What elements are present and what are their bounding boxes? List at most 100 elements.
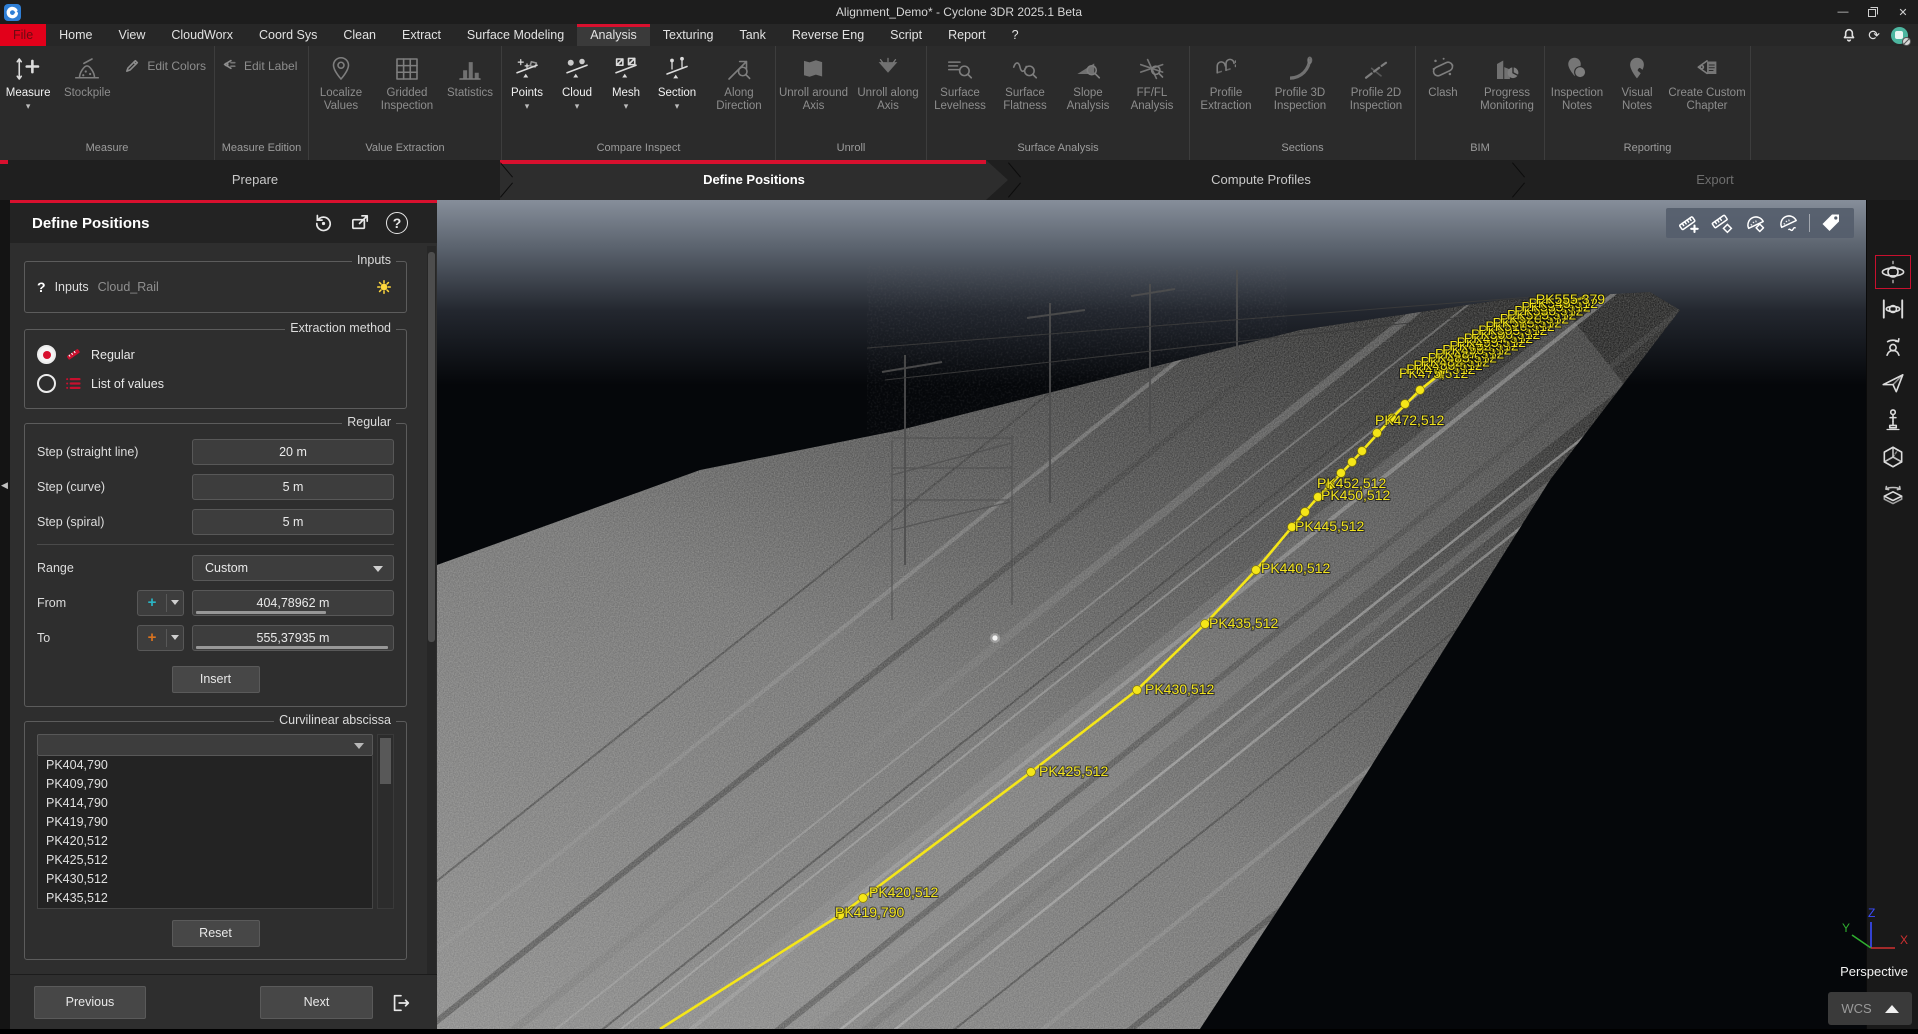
radio-unselected[interactable] [37, 374, 56, 393]
to-input[interactable]: 555,37935 m [192, 625, 394, 651]
reset-button[interactable]: Reset [172, 920, 260, 947]
menu-item-file[interactable]: File [0, 24, 46, 46]
menu-item-coord-sys[interactable]: Coord Sys [246, 24, 330, 46]
menu-item-tank[interactable]: Tank [726, 24, 778, 46]
help-icon[interactable]: ? [385, 211, 409, 235]
menu-item-home[interactable]: Home [46, 24, 105, 46]
tag-tool-button[interactable] [1819, 211, 1843, 235]
abscissa-list-item[interactable]: PK425,512 [38, 851, 372, 870]
sync-icon[interactable]: ⟳ [1868, 27, 1880, 44]
abscissa-list-item[interactable]: PK404,790 [38, 756, 372, 775]
nav-view-cube-button[interactable] [1875, 440, 1911, 474]
nav-orbit-button[interactable] [1875, 255, 1911, 289]
ribbon-button-inspection-notes[interactable]: Inspection Notes [1545, 51, 1609, 113]
minimize-button[interactable]: — [1828, 0, 1858, 24]
nav-walk-button[interactable] [1875, 403, 1911, 437]
extraction-option-list[interactable]: List of values [37, 369, 394, 398]
projection-mode-label[interactable]: Perspective [1770, 964, 1908, 979]
ribbon-button-measure[interactable]: Measure▾ [0, 51, 56, 110]
nav-turntable-button[interactable] [1875, 477, 1911, 511]
panel-scrollbar[interactable] [427, 246, 436, 1027]
ribbon-button-surface-flatness[interactable]: Surface Flatness [993, 51, 1057, 113]
menu-item-view[interactable]: View [106, 24, 159, 46]
ribbon-button-create-custom-chapter[interactable]: Create Custom Chapter [1665, 51, 1749, 113]
menu-item-clean[interactable]: Clean [330, 24, 389, 46]
viewport-3d[interactable]: PK419,790PK420,512PK425,512PK430,512PK43… [437, 200, 1866, 1029]
step-curve-input[interactable]: 5 m [192, 474, 394, 500]
station-marker[interactable] [1252, 566, 1261, 575]
range-select[interactable]: Custom [192, 555, 394, 581]
station-marker[interactable] [1348, 458, 1357, 467]
ribbon-button-profile-extraction[interactable]: Profile Extraction [1190, 51, 1262, 113]
nav-constrained-orbit-button[interactable] [1875, 292, 1911, 326]
inputs-value[interactable]: Cloud_Rail [98, 280, 159, 294]
station-marker[interactable] [1373, 429, 1382, 438]
insert-button[interactable]: Insert [172, 666, 260, 693]
protractor-diamond-tool-button[interactable] [1743, 211, 1767, 235]
ribbon-button-profile-3d-inspection[interactable]: Profile 3D Inspection [1262, 51, 1338, 113]
account-avatar[interactable] [1891, 27, 1908, 44]
nav-look-around-button[interactable] [1875, 329, 1911, 363]
reset-dialog-icon[interactable] [311, 211, 335, 235]
menu-item-report[interactable]: Report [935, 24, 999, 46]
add-point-icon[interactable]: + [138, 627, 166, 649]
ribbon-button-edit-colors[interactable]: Edit Colors [124, 57, 206, 74]
ribbon-button-progress-monitoring[interactable]: Progress Monitoring [1470, 51, 1544, 113]
ribbon-button-section[interactable]: Section▾ [650, 51, 704, 110]
menu-item-surface-modeling[interactable]: Surface Modeling [454, 24, 577, 46]
workflow-tab-define-positions[interactable]: Define Positions [500, 160, 1008, 200]
panel-collapse-arrow-icon[interactable]: ◀ [1, 480, 8, 491]
from-pick-combo[interactable]: + [137, 590, 184, 616]
menu-item-analysis[interactable]: Analysis [577, 24, 650, 46]
step-straight-input[interactable]: 20 m [192, 439, 394, 465]
ribbon-button-visual-notes[interactable]: Visual Notes [1609, 51, 1665, 113]
add-point-icon[interactable]: + [138, 592, 166, 614]
station-marker[interactable] [1027, 768, 1036, 777]
ribbon-button-gridded-inspection[interactable]: Gridded Inspection [373, 51, 441, 113]
menu-item-extract[interactable]: Extract [389, 24, 454, 46]
wcs-selector[interactable]: WCS [1828, 992, 1912, 1025]
bulb-icon[interactable] [374, 277, 394, 297]
nav-fly-button[interactable] [1875, 366, 1911, 400]
ribbon-button-localize-values[interactable]: Localize Values [309, 51, 373, 113]
close-button[interactable]: ✕ [1888, 0, 1918, 24]
menu-item--[interactable]: ? [999, 24, 1032, 46]
restore-button[interactable] [1858, 0, 1888, 24]
abscissa-combo[interactable] [37, 734, 373, 756]
menu-item-texturing[interactable]: Texturing [650, 24, 727, 46]
station-marker[interactable] [859, 894, 868, 903]
ruler-diamond-tool-button[interactable] [1710, 211, 1734, 235]
abscissa-list-item[interactable]: PK435,512 [38, 889, 372, 908]
ribbon-button-ff-fl-analysis[interactable]: FF/FL Analysis [1119, 51, 1185, 113]
abscissa-scrollbar[interactable] [377, 734, 394, 909]
chevron-down-icon[interactable] [167, 635, 183, 640]
station-marker[interactable] [1416, 386, 1425, 395]
ribbon-button-clash[interactable]: Clash [1416, 51, 1470, 100]
menu-item-script[interactable]: Script [877, 24, 935, 46]
workflow-tab-export[interactable]: Export [1515, 160, 1915, 200]
abscissa-list-item[interactable]: PK420,512 [38, 832, 372, 851]
notifications-bell-icon[interactable] [1841, 27, 1857, 43]
workflow-tab-prepare[interactable]: Prepare [10, 160, 500, 200]
from-input[interactable]: 404,78962 m [192, 590, 394, 616]
abscissa-list-item[interactable]: PK409,790 [38, 775, 372, 794]
ribbon-button-unroll-around-axis[interactable]: Unroll around Axis [776, 51, 851, 113]
detach-panel-icon[interactable] [348, 211, 372, 235]
extraction-option-regular[interactable]: Regular [37, 340, 394, 369]
station-marker[interactable] [1133, 686, 1142, 695]
station-marker[interactable] [1301, 508, 1310, 517]
step-spiral-input[interactable]: 5 m [192, 509, 394, 535]
ribbon-button-edit-label[interactable]: Edit Label [221, 57, 297, 74]
ribbon-button-surface-levelness[interactable]: Surface Levelness [927, 51, 993, 113]
workflow-tab-compute-profiles[interactable]: Compute Profiles [1012, 160, 1510, 200]
ribbon-button-along-direction[interactable]: Along Direction [704, 51, 774, 113]
ribbon-button-stockpile[interactable]: Stockpile [56, 51, 118, 100]
ribbon-button-points[interactable]: Points▾ [502, 51, 552, 110]
station-marker[interactable] [1401, 400, 1410, 409]
previous-button[interactable]: Previous [34, 986, 146, 1019]
ribbon-button-cloud[interactable]: Cloud▾ [552, 51, 602, 110]
ruler-plus-tool-button[interactable] [1677, 211, 1701, 235]
abscissa-list[interactable]: PK404,790PK409,790PK414,790PK419,790PK42… [37, 756, 373, 909]
abscissa-list-item[interactable]: PK430,512 [38, 870, 372, 889]
abscissa-list-item[interactable]: PK414,790 [38, 794, 372, 813]
